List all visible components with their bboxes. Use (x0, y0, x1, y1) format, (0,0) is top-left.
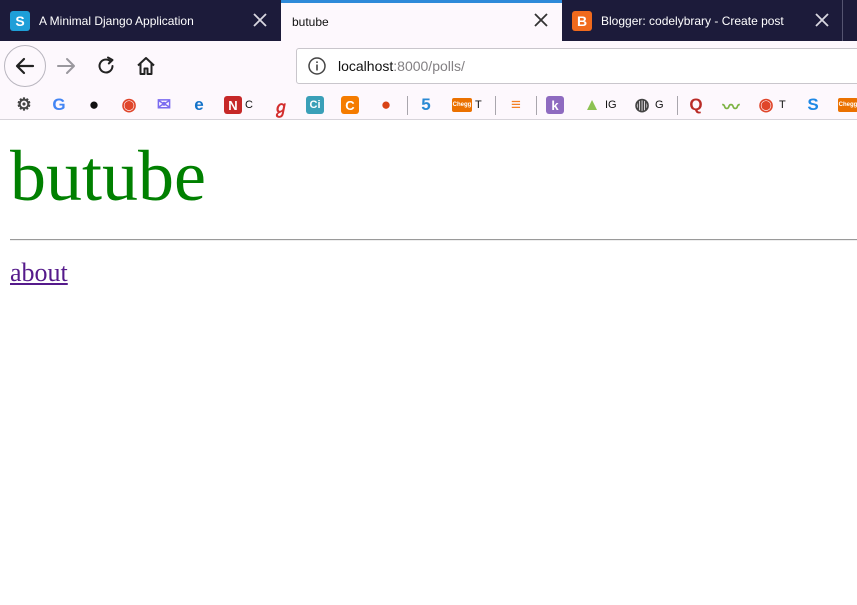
k-icon: k (546, 96, 564, 114)
close-icon[interactable] (251, 11, 269, 29)
ring-icon: ◉ (121, 95, 137, 114)
tab-separator (842, 0, 843, 41)
n-icon: N (224, 96, 242, 114)
home-icon (137, 57, 155, 75)
bookmark-separator (677, 96, 678, 115)
bookmark-item[interactable]: ◉ T (756, 94, 786, 116)
squarespace-s-icon: S (10, 10, 30, 31)
chegg-icon: Chegg (838, 98, 857, 112)
chegg-icon: Chegg (452, 98, 472, 112)
bookmark-separator (495, 96, 496, 115)
ci-icon: Ci (306, 96, 324, 114)
edge-icon: e (194, 95, 204, 114)
back-button[interactable] (4, 45, 46, 87)
mail-icon: ✉ (156, 95, 172, 114)
close-icon[interactable] (813, 11, 831, 29)
bookmark-item[interactable]: Chegg T (452, 94, 482, 116)
bookmark-item[interactable]: ⚙ (14, 94, 34, 116)
bookmark-item[interactable]: G (49, 94, 69, 116)
bookmark-item[interactable]: 〰 (721, 94, 741, 117)
bookmark-label: T (475, 99, 482, 111)
bookmark-item[interactable]: ▲ IG (582, 94, 617, 116)
gear-icon: ⚙ (16, 95, 32, 114)
bookmark-item[interactable]: ✉ (154, 94, 174, 116)
bookmark-item[interactable]: ● (84, 94, 104, 116)
address-bar[interactable]: localhost:8000/polls/ (296, 48, 857, 84)
android-icon: ▲ (583, 95, 601, 114)
about-link[interactable]: about (10, 258, 68, 288)
reload-button[interactable] (93, 53, 119, 79)
forward-button[interactable] (53, 53, 79, 79)
bookmark-item[interactable]: C (341, 94, 359, 116)
bookmark-label: IG (605, 99, 617, 111)
swirl-icon: ℊ (272, 97, 290, 117)
bookmark-item[interactable]: Ci (306, 94, 324, 116)
home-button[interactable] (133, 53, 159, 79)
tab-strip: S A Minimal Django Application butube B … (0, 0, 857, 41)
tab-butube[interactable]: butube (281, 0, 562, 41)
url-path: :8000/polls/ (393, 58, 465, 74)
tab-title: butube (292, 15, 329, 29)
url-host: localhost (338, 58, 394, 74)
bookmarks-bar: ⚙ G ● ◉ ✉ e N Cℊ Ci C ● 5 Chegg T ≡ k ▲ IG ◍ G Q 〰 ◉ T S Chegg (0, 91, 857, 120)
blogger-icon: B (572, 10, 592, 31)
arrow-left-icon (15, 57, 35, 75)
bookmark-label: T (779, 99, 786, 111)
ring-icon: ◉ (758, 95, 774, 114)
nav-toolbar: localhost:8000/polls/ (0, 41, 857, 91)
bookmark-item[interactable]: 5 (416, 94, 436, 116)
bookmark-item[interactable]: Chegg (838, 94, 857, 116)
github-icon: ● (88, 95, 100, 114)
horizontal-rule (10, 239, 857, 241)
c-icon: C (341, 96, 359, 114)
globe-icon: ◍ (634, 95, 650, 114)
tab-blogger[interactable]: B Blogger: codelybrary - Create post (562, 0, 843, 41)
tab-title: Blogger: codelybrary - Create post (601, 13, 784, 28)
bookmark-item[interactable]: k (546, 94, 564, 116)
google-icon: G (52, 95, 66, 114)
bookmark-item[interactable]: ◍ G (632, 94, 664, 116)
close-icon[interactable] (532, 11, 550, 29)
url-text[interactable]: localhost:8000/polls/ (338, 58, 465, 74)
stackoverflow-icon: ≡ (511, 95, 521, 114)
info-icon[interactable] (307, 56, 327, 76)
reload-icon (98, 56, 114, 74)
bookmark-label: G (655, 99, 664, 111)
tab-title: A Minimal Django Application (39, 13, 194, 28)
bookmark-item[interactable]: ◉ (119, 94, 139, 116)
page-content: butube about (0, 121, 857, 605)
trend-icon: 〰 (722, 97, 740, 117)
bookmark-item[interactable]: NC (224, 94, 253, 116)
s-icon: S (807, 95, 819, 114)
tab-django-app[interactable]: S A Minimal Django Application (0, 0, 281, 41)
orb-icon: ● (380, 95, 392, 114)
page-title: butube (10, 136, 206, 216)
bookmark-item[interactable]: Q (686, 94, 706, 116)
bookmark-item[interactable]: e (189, 94, 209, 116)
bookmark-item[interactable]: S (803, 94, 823, 116)
bookmark-item[interactable]: ● (376, 94, 396, 116)
bookmark-item[interactable]: ≡ (506, 94, 526, 116)
arrow-right-icon (57, 58, 75, 74)
bookmark-item[interactable]: ℊ (271, 94, 291, 117)
five-icon: 5 (421, 95, 431, 114)
quora-icon: Q (689, 95, 703, 114)
bookmark-label: C (245, 99, 253, 111)
bookmark-separator (407, 96, 408, 115)
bookmark-separator (536, 96, 537, 115)
